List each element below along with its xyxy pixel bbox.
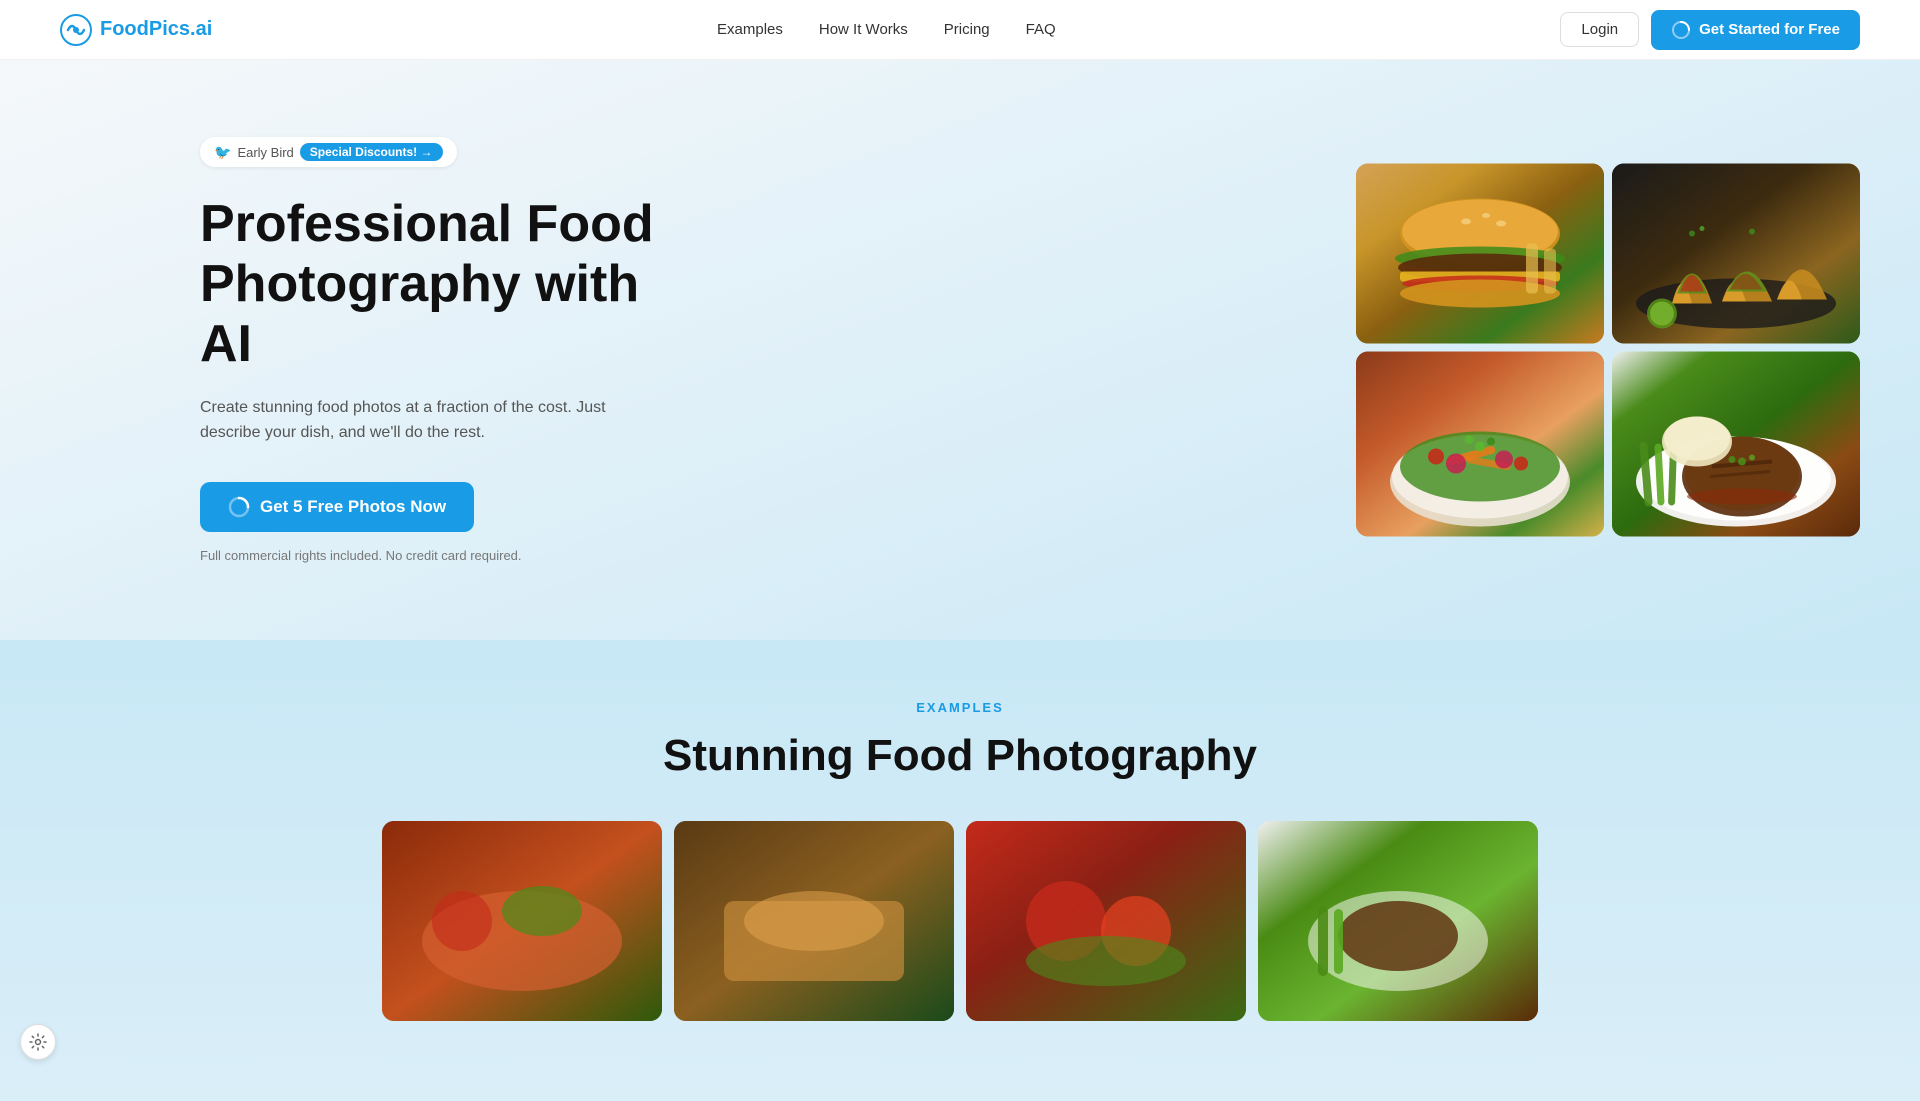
logo-link[interactable]: FoodPics.ai <box>60 14 212 46</box>
nav-links: Examples How It Works Pricing FAQ <box>717 21 1056 39</box>
steak-illustration <box>1612 352 1860 537</box>
ep4-illustration <box>1258 821 1538 1021</box>
burger-illustration <box>1356 164 1604 344</box>
hero-subtitle: Create stunning food photos at a fractio… <box>200 395 640 446</box>
example-photo-3 <box>966 821 1246 1021</box>
early-bird-badge: 🐦 Early Bird Special Discounts! → <box>200 137 457 167</box>
example-photos-grid <box>0 821 1920 1021</box>
examples-label: EXAMPLES <box>0 700 1920 715</box>
nav-examples[interactable]: Examples <box>717 21 783 38</box>
brand-name: FoodPics.ai <box>100 18 212 41</box>
badge-discount-text: Special Discounts! → <box>300 143 443 161</box>
badge-early-text: Early Bird <box>237 145 293 160</box>
ep3-illustration <box>966 821 1246 1021</box>
examples-section: EXAMPLES Stunning Food Photography <box>0 640 1920 1101</box>
hero-title: Professional Food Photography with AI <box>200 195 700 374</box>
navbar: FoodPics.ai Examples How It Works Pricin… <box>0 0 1920 60</box>
ep2-illustration <box>674 821 954 1021</box>
badge-bird-icon: 🐦 <box>214 144 231 161</box>
settings-button[interactable] <box>20 1024 56 1060</box>
nav-pricing[interactable]: Pricing <box>944 21 990 38</box>
settings-icon <box>29 1033 47 1051</box>
hero-cta-button[interactable]: Get 5 Free Photos Now <box>200 482 474 532</box>
nav-actions: Login Get Started for Free <box>1560 10 1860 50</box>
salad-illustration <box>1356 352 1604 537</box>
logo-icon <box>60 14 92 46</box>
cta-label: Get Started for Free <box>1699 21 1840 38</box>
food-image-tacos <box>1612 164 1860 344</box>
spinner-icon <box>1671 20 1691 40</box>
ep1-illustration <box>382 821 662 1021</box>
example-photo-4 <box>1258 821 1538 1021</box>
get-started-button[interactable]: Get Started for Free <box>1651 10 1860 50</box>
nav-how-it-works[interactable]: How It Works <box>819 21 908 38</box>
example-photo-2 <box>674 821 954 1021</box>
hero-section: 🐦 Early Bird Special Discounts! → Profes… <box>0 60 1920 640</box>
hero-cta-label: Get 5 Free Photos Now <box>260 497 446 517</box>
hero-content: 🐦 Early Bird Special Discounts! → Profes… <box>200 137 700 563</box>
example-photo-1 <box>382 821 662 1021</box>
food-image-salad <box>1356 352 1604 537</box>
hero-spinner-icon <box>228 496 250 518</box>
examples-title: Stunning Food Photography <box>0 731 1920 781</box>
nav-faq[interactable]: FAQ <box>1026 21 1056 38</box>
hero-images-grid <box>1356 164 1860 537</box>
food-image-burger <box>1356 164 1604 344</box>
login-button[interactable]: Login <box>1560 12 1639 47</box>
hero-note: Full commercial rights included. No cred… <box>200 548 700 563</box>
tacos-illustration <box>1612 164 1860 344</box>
food-image-steak <box>1612 352 1860 537</box>
